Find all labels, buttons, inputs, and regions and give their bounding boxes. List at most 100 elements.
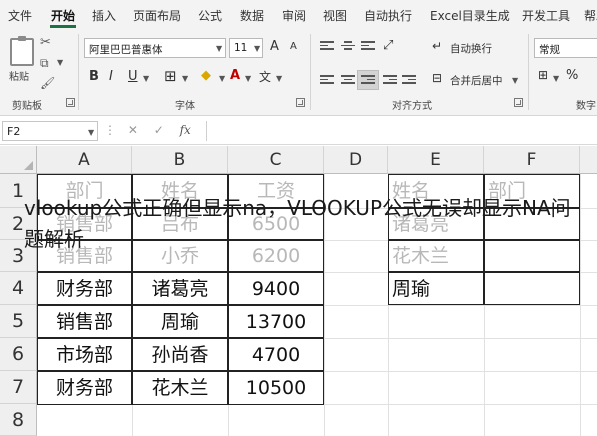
- merge-center-button[interactable]: 合并后居中: [450, 73, 503, 88]
- cut-icon[interactable]: ✂: [40, 36, 51, 50]
- wrap-text-button[interactable]: 自动换行: [450, 41, 492, 56]
- ribbon: 粘贴 ✂ ⧉ 🖌 ▼ 剪贴板 阿里巴巴普惠体 ▼ 11 ▼ A A B I U …: [0, 30, 597, 116]
- underline-button[interactable]: U: [128, 69, 138, 84]
- cell-c6[interactable]: 4700: [228, 338, 324, 372]
- accounting-dropdown-icon[interactable]: ▼: [553, 74, 559, 83]
- tab-developer[interactable]: 开发工具: [522, 7, 570, 24]
- formula-buttons: ⋮ ✕ ✓ fx: [104, 123, 191, 137]
- grow-font-button[interactable]: A: [270, 39, 279, 54]
- insert-function-icon[interactable]: fx: [180, 123, 191, 137]
- tab-file[interactable]: 文件: [8, 7, 32, 24]
- cell-c4[interactable]: 9400: [228, 272, 324, 306]
- row-header-5[interactable]: 5: [0, 305, 37, 338]
- accounting-format-icon[interactable]: ⊞: [538, 68, 548, 82]
- copy-dropdown-icon[interactable]: ▼: [57, 58, 63, 67]
- formula-input[interactable]: [206, 121, 597, 141]
- borders-icon[interactable]: ⊞: [164, 67, 177, 85]
- format-painter-icon[interactable]: 🖌: [40, 76, 55, 90]
- phonetic-button[interactable]: 文: [259, 68, 271, 85]
- cell-b6[interactable]: 孙尚香: [132, 338, 228, 372]
- fill-color-icon[interactable]: ◆: [201, 68, 211, 83]
- orientation-icon[interactable]: ⤢: [383, 38, 393, 53]
- font-name-select[interactable]: 阿里巴巴普惠体: [84, 38, 226, 58]
- paste-button[interactable]: 粘贴: [2, 32, 34, 83]
- font-name-value: 阿里巴巴普惠体: [89, 44, 163, 56]
- worksheet-grid: A B C D E F 1 2 3 4 5 6 7 8 部门 姓名 工资 销售部…: [0, 146, 597, 436]
- cell-a7[interactable]: 财务部: [37, 371, 132, 405]
- wrap-text-icon[interactable]: ↵: [432, 39, 442, 53]
- copy-icon[interactable]: ⧉: [40, 56, 49, 70]
- name-box-value: F2: [7, 125, 21, 138]
- tab-data[interactable]: 数据: [240, 7, 264, 24]
- clipboard-group-label: 剪贴板: [12, 101, 42, 112]
- phonetic-dropdown-icon[interactable]: ▼: [276, 74, 282, 83]
- cell-e4[interactable]: 周瑜: [388, 272, 484, 306]
- italic-button[interactable]: I: [109, 69, 113, 84]
- column-header-e[interactable]: E: [388, 146, 484, 174]
- column-header-a[interactable]: A: [37, 146, 132, 174]
- row-header-6[interactable]: 6: [0, 338, 37, 371]
- cell-a6[interactable]: 市场部: [37, 338, 132, 372]
- percent-icon[interactable]: %: [566, 68, 578, 83]
- row-header-7[interactable]: 7: [0, 371, 37, 404]
- align-center-icon[interactable]: [341, 75, 355, 87]
- fill-color-dropdown-icon[interactable]: ▼: [219, 74, 225, 83]
- font-launcher-icon[interactable]: [296, 98, 305, 107]
- merge-center-icon[interactable]: ⊟: [432, 71, 442, 85]
- shrink-font-button[interactable]: A: [290, 41, 297, 52]
- tab-excel-directory[interactable]: Excel目录生成: [430, 7, 510, 24]
- name-box-dropdown-icon[interactable]: ▼: [88, 128, 94, 137]
- align-left-icon[interactable]: [320, 75, 334, 87]
- column-header-d[interactable]: D: [324, 146, 388, 174]
- cancel-icon[interactable]: ✕: [128, 123, 138, 137]
- paste-label: 粘贴: [9, 72, 29, 83]
- number-format-select[interactable]: 常规: [534, 38, 597, 58]
- select-all-corner[interactable]: [0, 146, 37, 174]
- column-header-f[interactable]: F: [484, 146, 580, 174]
- borders-dropdown-icon[interactable]: ▼: [182, 74, 188, 83]
- column-header-g[interactable]: [580, 146, 597, 174]
- tab-formulas[interactable]: 公式: [198, 7, 222, 24]
- alignment-launcher-icon[interactable]: [514, 98, 523, 107]
- cell-b7[interactable]: 花木兰: [132, 371, 228, 405]
- tab-page-layout[interactable]: 页面布局: [133, 7, 181, 24]
- font-name-dropdown-icon[interactable]: ▼: [216, 44, 222, 53]
- tab-automate[interactable]: 自动执行: [364, 7, 412, 24]
- clipboard-launcher-icon[interactable]: [66, 98, 75, 107]
- row-header-8[interactable]: 8: [0, 404, 37, 436]
- font-color-dropdown-icon[interactable]: ▼: [245, 74, 251, 83]
- column-header-b[interactable]: B: [132, 146, 228, 174]
- tab-home[interactable]: 开始: [51, 7, 75, 24]
- enter-icon[interactable]: ✓: [154, 123, 164, 137]
- font-size-dropdown-icon[interactable]: ▼: [254, 44, 260, 53]
- tab-insert[interactable]: 插入: [92, 7, 116, 24]
- name-box[interactable]: F2: [2, 121, 98, 141]
- formula-bar: F2 ▼ ⋮ ✕ ✓ fx: [0, 117, 597, 145]
- decrease-indent-icon[interactable]: [383, 75, 397, 87]
- align-bottom-icon[interactable]: [361, 41, 375, 53]
- align-right-icon[interactable]: [361, 75, 375, 87]
- increase-indent-icon[interactable]: [402, 75, 416, 87]
- align-middle-icon[interactable]: [341, 41, 355, 53]
- cell-c5[interactable]: 13700: [228, 305, 324, 339]
- clipboard-icon: [10, 36, 34, 66]
- tab-help[interactable]: 帮助: [584, 7, 597, 24]
- cell-c7[interactable]: 10500: [228, 371, 324, 405]
- align-top-icon[interactable]: [320, 41, 334, 53]
- column-header-c[interactable]: C: [228, 146, 324, 174]
- row-header-4[interactable]: 4: [0, 272, 37, 305]
- group-divider: [310, 34, 311, 110]
- bold-button[interactable]: B: [89, 69, 99, 84]
- cell-b4[interactable]: 诸葛亮: [132, 272, 228, 306]
- group-divider: [78, 34, 79, 110]
- cell-b5[interactable]: 周瑜: [132, 305, 228, 339]
- tab-review[interactable]: 审阅: [282, 7, 306, 24]
- tab-view[interactable]: 视图: [323, 7, 347, 24]
- merge-dropdown-icon[interactable]: ▼: [512, 76, 518, 85]
- font-group-label: 字体: [175, 101, 195, 112]
- cell-a4[interactable]: 财务部: [37, 272, 132, 306]
- underline-dropdown-icon[interactable]: ▼: [143, 74, 149, 83]
- font-size-value: 11: [234, 42, 248, 54]
- font-color-icon[interactable]: A: [230, 68, 240, 83]
- cell-a5[interactable]: 销售部: [37, 305, 132, 339]
